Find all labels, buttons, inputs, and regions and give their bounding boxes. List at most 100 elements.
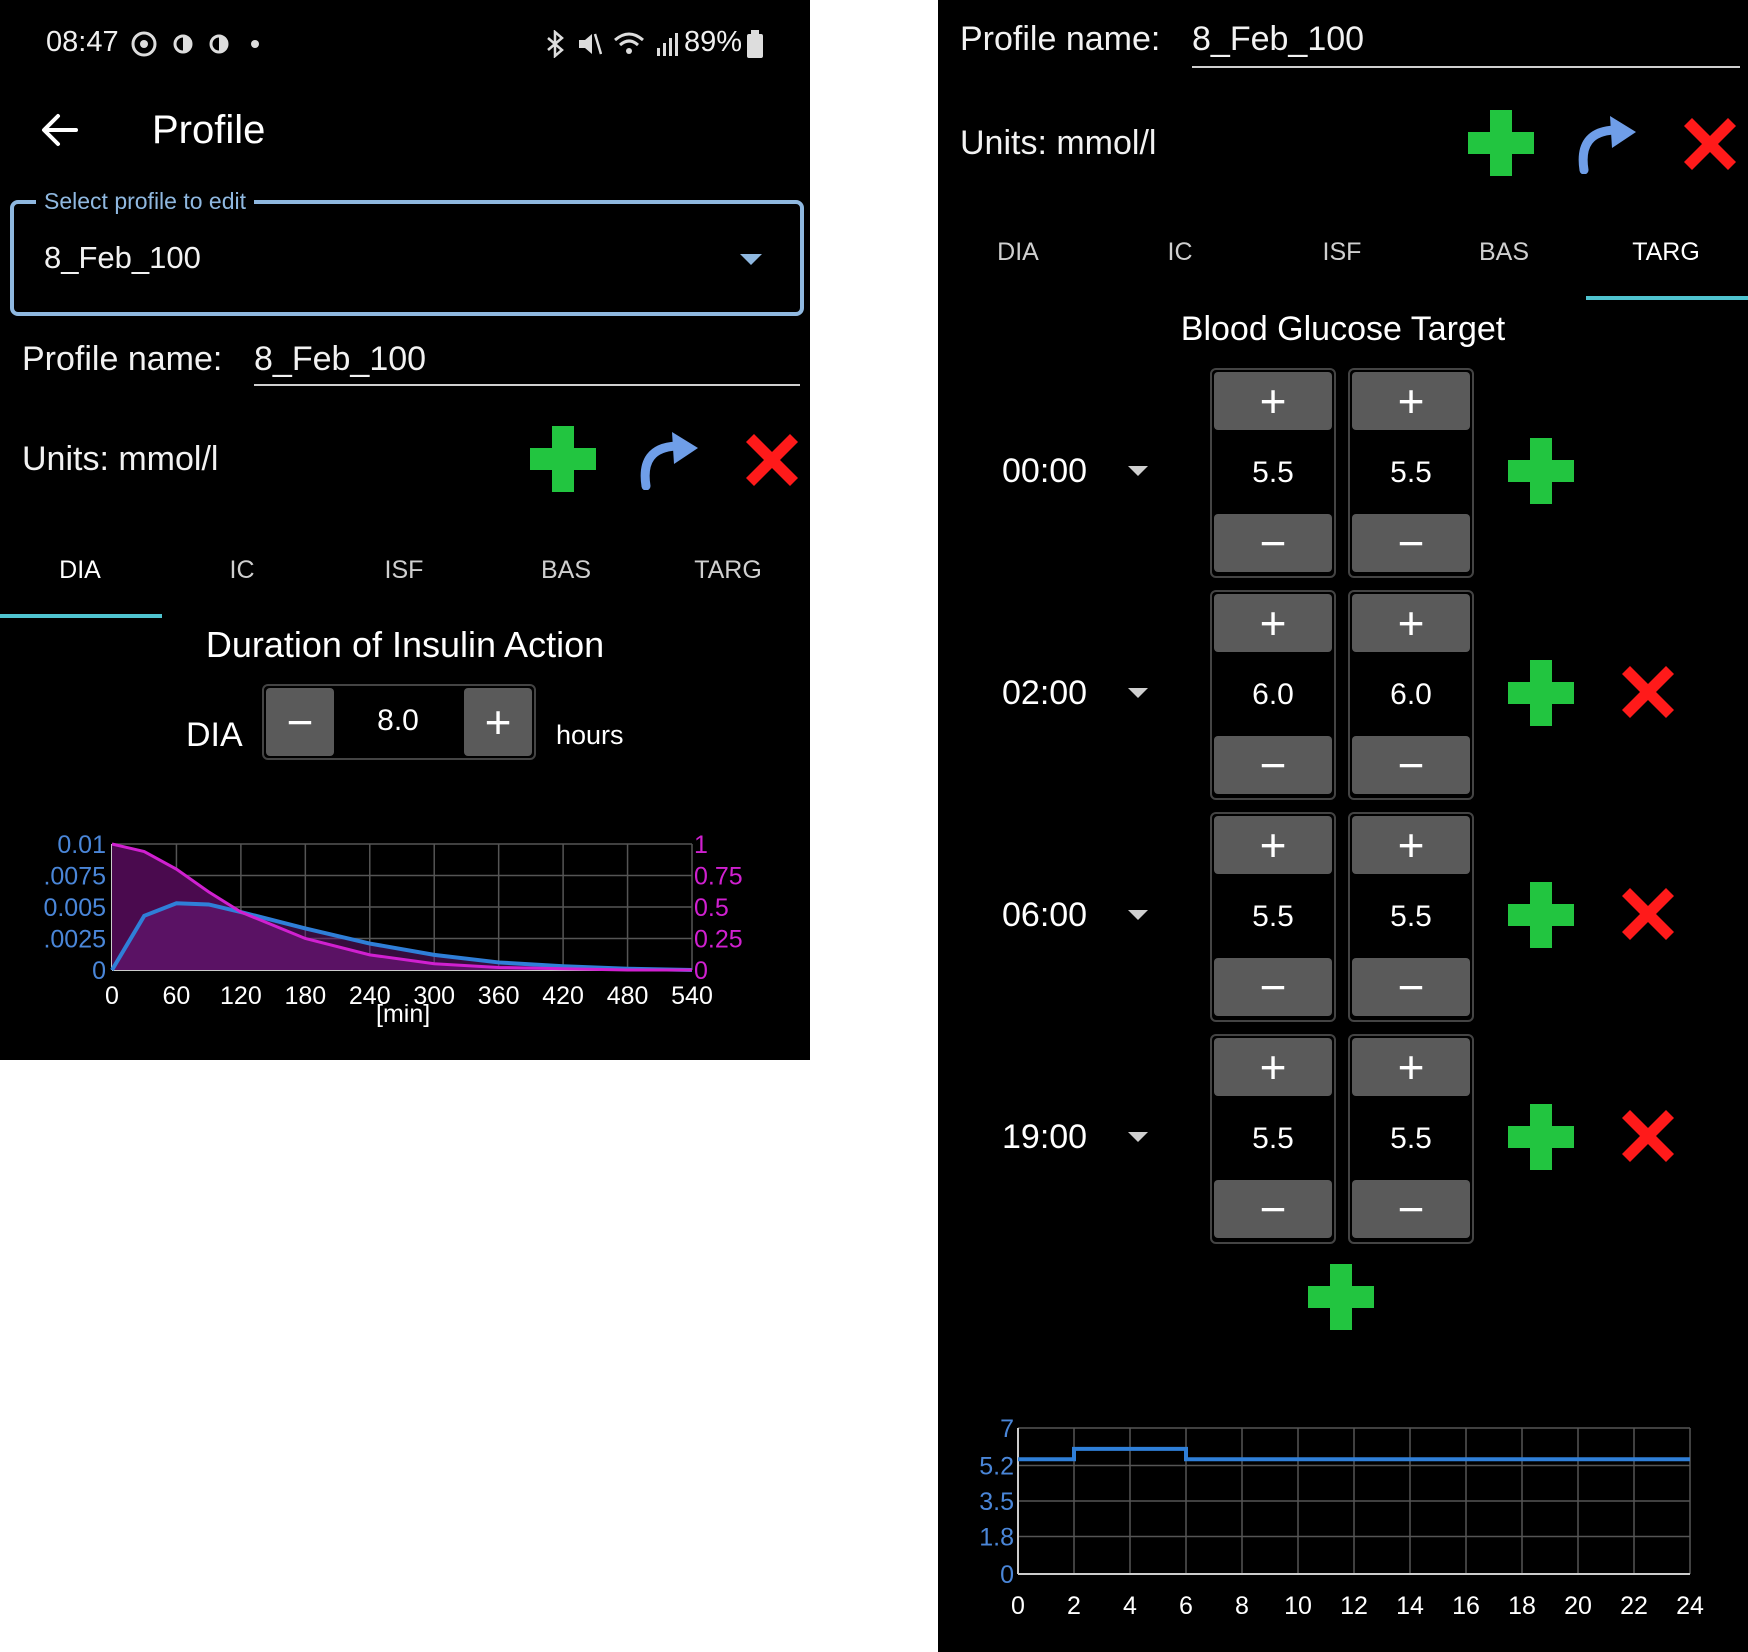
- increment-button[interactable]: +: [1352, 372, 1470, 430]
- target-low-value[interactable]: 5.5: [1212, 1122, 1334, 1156]
- delete-profile-x-icon[interactable]: [740, 428, 804, 492]
- decrement-button[interactable]: −: [1352, 958, 1470, 1016]
- tab-targ[interactable]: TARG: [1586, 238, 1746, 267]
- x-tick-label: 120: [220, 982, 262, 1010]
- y-tick-label: 0: [1000, 1561, 1014, 1589]
- delete-row-x-icon[interactable]: [1616, 660, 1680, 724]
- wifi-icon: [614, 32, 644, 54]
- add-row-plus-icon[interactable]: [1506, 880, 1576, 950]
- clone-redo-arrow-icon[interactable]: [1574, 112, 1640, 174]
- dia-unit: hours: [556, 720, 624, 750]
- profile-name-input[interactable]: 8_Feb_100: [254, 340, 800, 386]
- tab-isf[interactable]: ISF: [1262, 238, 1422, 267]
- y-left-tick-label: 0: [92, 957, 106, 985]
- units-label: Units: mmol/l: [22, 440, 219, 478]
- target-time[interactable]: 00:00: [1002, 452, 1087, 491]
- target-low-stepper: + 6.0 −: [1210, 590, 1336, 800]
- tab-isf[interactable]: ISF: [324, 556, 484, 585]
- dot-icon: [251, 40, 259, 48]
- profile-select-value: 8_Feb_100: [44, 240, 201, 275]
- target-profile-chart: 0 2 4 6 8 10 12 14 16 18 20 22 2401.83.55.27: [979, 1415, 1704, 1620]
- tab-bas[interactable]: BAS: [486, 556, 646, 585]
- increment-button[interactable]: +: [1214, 816, 1332, 874]
- increment-button[interactable]: +: [1214, 594, 1332, 652]
- status-time: 08:47: [46, 26, 119, 58]
- target-low-stepper: + 5.5 −: [1210, 1034, 1336, 1244]
- back-arrow-icon[interactable]: [40, 110, 80, 150]
- x-tick-label: 12: [1340, 1592, 1368, 1620]
- decrement-button[interactable]: −: [1352, 736, 1470, 794]
- tab-targ[interactable]: TARG: [648, 556, 808, 585]
- add-row-plus-icon[interactable]: [1506, 658, 1576, 728]
- decrement-button[interactable]: −: [1214, 1180, 1332, 1238]
- chevron-down-icon[interactable]: [1128, 688, 1148, 698]
- tab-bas[interactable]: BAS: [1424, 238, 1584, 267]
- y-tick-label: 1.8: [979, 1523, 1014, 1551]
- decrement-button[interactable]: −: [1352, 514, 1470, 572]
- decrement-button[interactable]: −: [1214, 514, 1332, 572]
- x-tick-label: 2: [1067, 1592, 1081, 1620]
- chevron-down-icon[interactable]: [1128, 1132, 1148, 1142]
- tab-indicator: [0, 614, 162, 618]
- target-low-value[interactable]: 6.0: [1212, 678, 1334, 712]
- page-title: Profile: [152, 108, 266, 152]
- target-high-value[interactable]: 5.5: [1350, 1122, 1472, 1156]
- chevron-down-icon[interactable]: [1128, 466, 1148, 476]
- add-profile-plus-icon[interactable]: [528, 424, 598, 494]
- decrement-button[interactable]: −: [1214, 958, 1332, 1016]
- x-tick-label: 22: [1620, 1592, 1648, 1620]
- profile-name-input[interactable]: 8_Feb_100: [1192, 20, 1740, 68]
- delete-profile-x-icon[interactable]: [1678, 112, 1742, 176]
- chevron-down-icon[interactable]: [1128, 910, 1148, 920]
- target-low-stepper: + 5.5 −: [1210, 812, 1336, 1022]
- increment-button[interactable]: +: [1214, 1038, 1332, 1096]
- x-tick-label: 60: [163, 982, 191, 1010]
- increment-button[interactable]: +: [1352, 594, 1470, 652]
- dia-heading: Duration of Insulin Action: [205, 624, 605, 665]
- x-tick-label: 8: [1235, 1592, 1249, 1620]
- target-time[interactable]: 19:00: [1002, 1118, 1087, 1157]
- dia-increment-button[interactable]: +: [464, 688, 532, 756]
- x-tick-label: 0: [105, 982, 119, 1010]
- target-high-value[interactable]: 5.5: [1350, 900, 1472, 934]
- y-right-tick-label: 0.5: [694, 894, 729, 922]
- chevron-down-icon: [740, 254, 762, 265]
- tab-ic[interactable]: IC: [1100, 238, 1260, 267]
- tab-ic[interactable]: IC: [162, 556, 322, 585]
- half-circle-icon: [209, 34, 229, 54]
- decrement-button[interactable]: −: [1214, 736, 1332, 794]
- y-right-tick-label: 0: [694, 957, 708, 985]
- increment-button[interactable]: +: [1214, 372, 1332, 430]
- add-row-plus-icon[interactable]: [1306, 1262, 1376, 1332]
- target-high-stepper: + 5.5 −: [1348, 812, 1474, 1022]
- increment-button[interactable]: +: [1352, 816, 1470, 874]
- delete-row-x-icon[interactable]: [1616, 882, 1680, 946]
- tab-dia[interactable]: DIA: [0, 556, 160, 585]
- increment-button[interactable]: +: [1352, 1038, 1470, 1096]
- battery-icon: [747, 30, 763, 58]
- target-high-value[interactable]: 5.5: [1350, 456, 1472, 490]
- decrement-button[interactable]: −: [1352, 1180, 1470, 1238]
- y-tick-label: 5.2: [979, 1453, 1014, 1481]
- add-row-plus-icon[interactable]: [1506, 436, 1576, 506]
- dia-label: DIA: [186, 716, 243, 754]
- clone-redo-arrow-icon[interactable]: [636, 428, 702, 490]
- profile-select[interactable]: 8_Feb_100: [10, 200, 804, 316]
- profile-name-label: Profile name:: [22, 340, 223, 378]
- tab-dia[interactable]: DIA: [938, 238, 1098, 267]
- dia-decrement-button[interactable]: −: [266, 688, 334, 756]
- add-profile-plus-icon[interactable]: [1466, 108, 1536, 178]
- x-tick-label: 6: [1179, 1592, 1193, 1620]
- bluetooth-icon: [547, 30, 564, 58]
- y-left-tick-label: .0025: [43, 926, 106, 954]
- target-high-value[interactable]: 6.0: [1350, 678, 1472, 712]
- dia-value[interactable]: 8.0: [336, 704, 460, 738]
- add-row-plus-icon[interactable]: [1506, 1102, 1576, 1172]
- target-low-value[interactable]: 5.5: [1212, 900, 1334, 934]
- target-low-value[interactable]: 5.5: [1212, 456, 1334, 490]
- dia-stepper: − 8.0 +: [262, 684, 536, 760]
- target-time[interactable]: 06:00: [1002, 896, 1087, 935]
- target-time[interactable]: 02:00: [1002, 674, 1087, 713]
- target-high-stepper: + 5.5 −: [1348, 1034, 1474, 1244]
- delete-row-x-icon[interactable]: [1616, 1104, 1680, 1168]
